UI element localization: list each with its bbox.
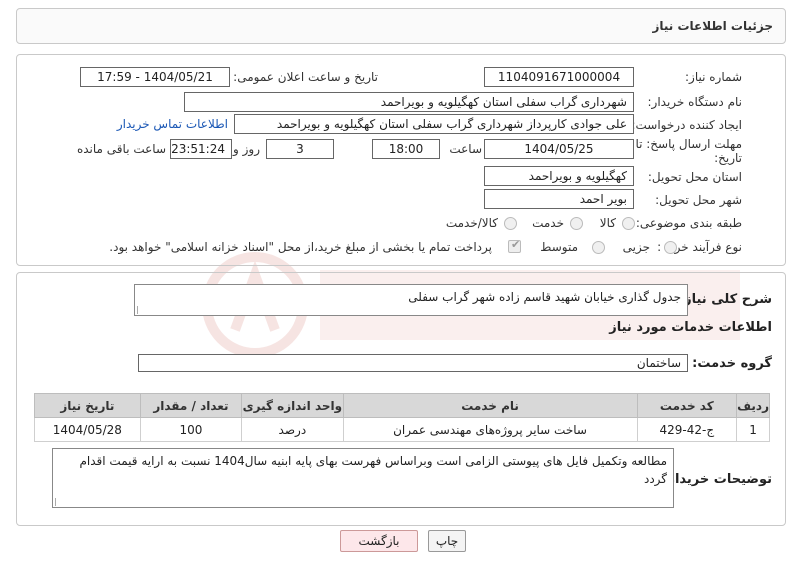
province-label: استان محل تحویل: — [647, 170, 742, 184]
remaining-time-field: 23:51:24 — [170, 139, 232, 159]
cell-qty: 100 — [139, 417, 243, 442]
col-date: تاریخ نیاز — [34, 393, 141, 418]
process-radio-medium[interactable] — [592, 241, 605, 254]
services-table: ردیف کد خدمت نام خدمت واحد اندازه گیری ت… — [34, 393, 770, 442]
buyer-contact-link[interactable]: اطلاعات تماس خریدار — [117, 117, 228, 131]
cell-date: 1404/05/28 — [34, 417, 141, 442]
process-option-minor: جزیی — [622, 240, 650, 254]
category-label: طبقه بندی موضوعی: — [635, 216, 742, 230]
need-number-label: شماره نیاز: — [685, 70, 742, 84]
table-header-row: ردیف کد خدمت نام خدمت واحد اندازه گیری ت… — [34, 393, 770, 418]
buyer-notes-textarea: مطالعه وتکمیل فایل های پیوستی الزامی است… — [52, 448, 674, 508]
creator-field: علی جوادی کارپرداز شهرداری گراب سفلی است… — [234, 114, 634, 134]
remaining-days-field: 3 — [266, 139, 334, 159]
province-field: کهگیلویه و بویراحمد — [484, 166, 634, 186]
remaining-label: ساعت باقی مانده — [76, 142, 166, 156]
service-group-label: گروه خدمت: — [692, 356, 772, 371]
deadline-label-1: مهلت ارسال پاسخ: تا — [635, 137, 742, 151]
process-option-medium: متوسط — [540, 240, 578, 254]
page-title: جزئیات اطلاعات نیاز — [652, 19, 773, 33]
resize-grip-icon — [55, 498, 63, 506]
city-label: شهر محل تحویل: — [655, 193, 742, 207]
services-section-title: اطلاعات خدمات مورد نیاز — [609, 320, 772, 335]
announce-field: 1404/05/21 - 17:59 — [80, 67, 230, 87]
back-button[interactable]: بازگشت — [340, 530, 418, 552]
col-unit: واحد اندازه گیری — [241, 393, 344, 418]
summary-text: جدول گذاری خیابان شهید قاسم زاده شهر گرا… — [408, 290, 681, 304]
print-button[interactable]: چاپ — [428, 530, 466, 552]
city-field: بویر احمد — [484, 189, 634, 209]
cell-row: 1 — [736, 417, 770, 442]
summary-label: شرح کلی نیاز: — [678, 292, 772, 307]
days-label: روز و — [233, 142, 260, 156]
need-number-field: 1104091671000004 — [484, 67, 634, 87]
resize-grip-icon — [137, 306, 145, 314]
deadline-label-2: تاریخ: — [714, 151, 742, 165]
table-row: 1 ج-42-429 ساخت سایر پروژه‌های مهندسی عم… — [34, 417, 770, 442]
col-name: نام خدمت — [342, 393, 638, 418]
deadline-time-label: ساعت — [449, 142, 482, 156]
category-radio-goods[interactable] — [622, 217, 635, 230]
creator-label: ایجاد کننده درخواست: — [631, 118, 742, 132]
col-qty: تعداد / مقدار — [139, 393, 243, 418]
category-radio-goods-service[interactable] — [504, 217, 517, 230]
summary-textarea: جدول گذاری خیابان شهید قاسم زاده شهر گرا… — [134, 284, 688, 316]
process-radio-minor[interactable] — [664, 241, 677, 254]
treasury-checkbox[interactable]: ✔ — [508, 238, 521, 253]
treasury-note: پرداخت تمام یا بخشی از مبلغ خرید،از محل … — [109, 240, 492, 254]
category-option-service: خدمت — [532, 216, 564, 230]
deadline-date-field: 1404/05/25 — [484, 139, 634, 159]
check-icon: ✔ — [511, 238, 521, 251]
cell-code: ج-42-429 — [636, 417, 738, 442]
service-group-field: ساختمان — [138, 354, 688, 372]
col-row: ردیف — [736, 393, 770, 418]
header-panel: جزئیات اطلاعات نیاز — [16, 8, 786, 44]
col-code: کد خدمت — [636, 393, 738, 418]
announce-label: تاریخ و ساعت اعلان عمومی: — [233, 70, 378, 84]
buyer-notes-label: توضیحات خریدار: — [662, 472, 772, 487]
cell-unit: درصد — [241, 417, 344, 442]
category-option-goods-service: کالا/خدمت — [445, 216, 498, 230]
category-option-goods: کالا — [599, 216, 616, 230]
deadline-time-field: 18:00 — [372, 139, 440, 159]
buyer-org-field: شهرداری گراب سفلی استان کهگیلویه و بویرا… — [184, 92, 634, 112]
cell-name: ساخت سایر پروژه‌های مهندسی عمران — [342, 417, 638, 442]
buyer-notes-text: مطالعه وتکمیل فایل های پیوستی الزامی است… — [79, 454, 667, 486]
category-radio-service[interactable] — [570, 217, 583, 230]
buyer-org-label: نام دستگاه خریدار: — [647, 95, 743, 109]
